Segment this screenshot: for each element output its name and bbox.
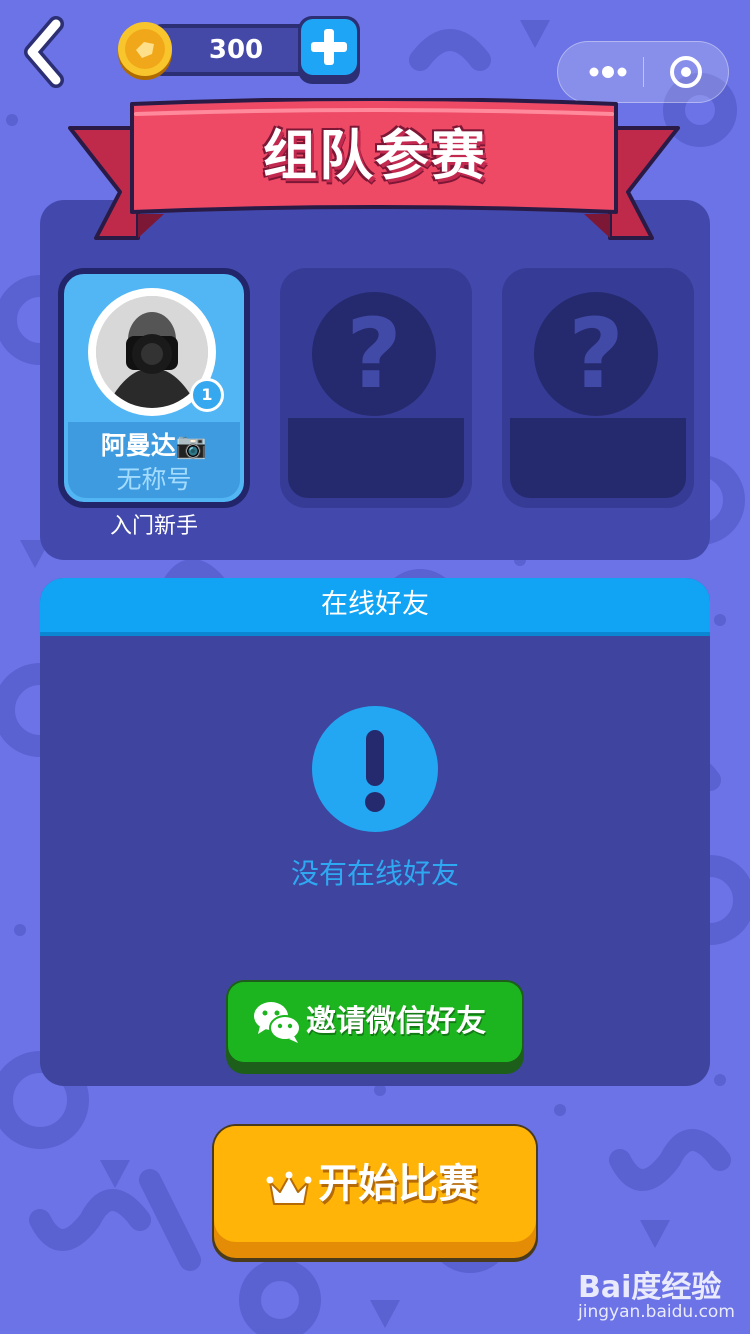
more-dots-icon bbox=[589, 66, 627, 78]
coin-icon bbox=[114, 20, 176, 82]
close-button[interactable] bbox=[656, 42, 716, 102]
watermark: Bai度经验 jingyan.baidu.com bbox=[560, 1252, 750, 1332]
invite-wechat-button[interactable]: 邀请微信好友 bbox=[226, 980, 524, 1074]
friends-header: 在线好友 bbox=[40, 578, 710, 636]
more-button[interactable] bbox=[578, 42, 638, 102]
miniprogram-capsule bbox=[557, 41, 729, 103]
empty-name-band bbox=[288, 418, 464, 498]
team-slot-empty[interactable]: ? bbox=[502, 268, 694, 508]
crown-icon bbox=[266, 1171, 312, 1205]
close-circle-icon bbox=[670, 56, 702, 88]
coin-count: 300 bbox=[208, 35, 264, 65]
exclamation-icon bbox=[312, 706, 438, 832]
page-title: 组队参赛 bbox=[263, 124, 487, 187]
plus-icon bbox=[311, 29, 347, 65]
start-label: 开始比赛 bbox=[318, 1161, 478, 1207]
back-button[interactable] bbox=[18, 14, 78, 90]
invite-label: 邀请微信好友 bbox=[306, 1004, 486, 1039]
player-name-band: 阿曼达📷 无称号 bbox=[68, 422, 240, 498]
add-coins-button[interactable] bbox=[298, 16, 360, 84]
capsule-divider bbox=[643, 57, 644, 87]
chevron-left-icon bbox=[24, 16, 64, 88]
team-slot-me[interactable]: 1 阿曼达📷 无称号 bbox=[58, 268, 250, 508]
watermark-brand: Bai度经验 bbox=[578, 1270, 722, 1305]
team-slot-empty[interactable]: ? bbox=[280, 268, 472, 508]
level-badge: 1 bbox=[190, 378, 224, 412]
watermark-url: jingyan.baidu.com bbox=[578, 1302, 735, 1322]
question-mark-icon: ? bbox=[312, 292, 436, 416]
player-rank: 入门新手 bbox=[109, 514, 198, 539]
question-mark-icon: ? bbox=[534, 292, 658, 416]
wechat-icon bbox=[254, 1002, 301, 1043]
player-nickname: 阿曼达📷 bbox=[100, 431, 208, 460]
start-match-button[interactable]: 开始比赛 bbox=[212, 1124, 538, 1262]
empty-name-band bbox=[510, 418, 686, 498]
player-title: 无称号 bbox=[116, 465, 192, 494]
no-friends-text: 没有在线好友 bbox=[290, 857, 459, 890]
